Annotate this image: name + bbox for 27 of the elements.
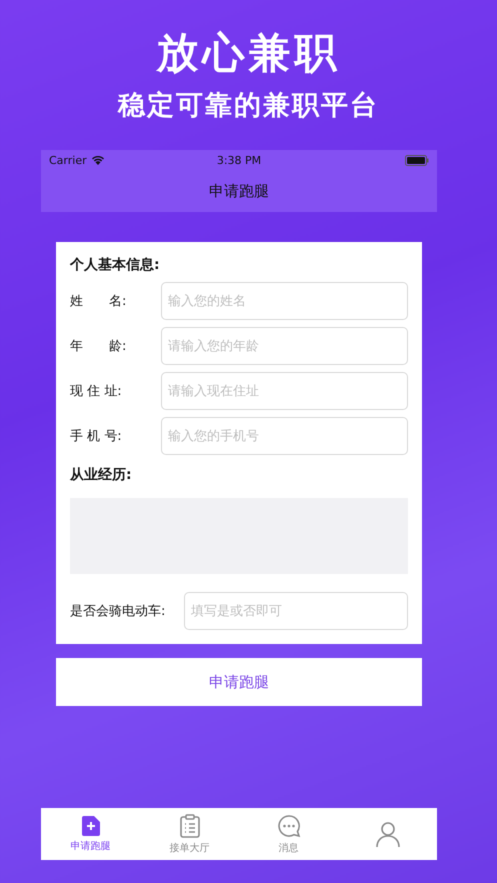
carrier-label: Carrier bbox=[49, 154, 87, 166]
tab-item[interactable]: 申请跑腿 bbox=[41, 808, 140, 860]
field-label: 姓 名: bbox=[70, 293, 128, 310]
wifi-icon bbox=[90, 155, 105, 165]
status-time: 3:38 PM bbox=[216, 154, 262, 166]
field-label: 现 住 址: bbox=[70, 383, 123, 400]
field-label: 是否会骑电动车: bbox=[70, 603, 166, 620]
section-title: 从业经历: bbox=[70, 466, 132, 484]
person-icon bbox=[376, 821, 400, 847]
promo-title: 放心兼职 bbox=[156, 28, 340, 78]
field-label: 手 机 号: bbox=[70, 428, 123, 445]
battery-icon bbox=[405, 154, 429, 166]
nav-title: 申请跑腿 bbox=[209, 182, 269, 200]
input-field[interactable]: 输入您的姓名 bbox=[161, 282, 408, 320]
field-label: 年 龄: bbox=[70, 338, 128, 355]
input-field[interactable]: 输入您的手机号 bbox=[161, 417, 408, 455]
input-field[interactable]: 请输入现在住址 bbox=[161, 372, 408, 410]
input-field[interactable]: 填写是或否即可 bbox=[184, 592, 408, 630]
clipboard-icon bbox=[180, 814, 200, 838]
submit-button[interactable]: 申请跑腿 bbox=[56, 658, 422, 706]
promo-subtitle: 稳定可靠的兼职平台 bbox=[118, 89, 379, 123]
add-document-icon bbox=[82, 816, 100, 836]
tab-item[interactable]: 消息 bbox=[239, 808, 338, 860]
section-title: 个人基本信息: bbox=[70, 256, 160, 274]
input-field[interactable]: 请输入您的年龄 bbox=[161, 327, 408, 365]
tab-item[interactable]: 接单大厅 bbox=[140, 808, 239, 860]
chat-bubble-icon bbox=[276, 814, 300, 838]
